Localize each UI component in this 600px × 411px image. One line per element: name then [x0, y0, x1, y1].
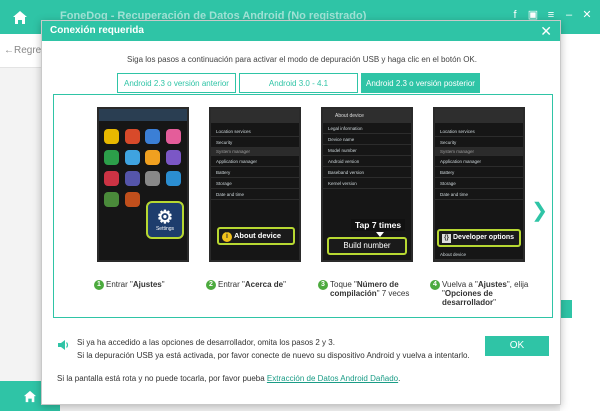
tab-android-newer[interactable]: Android 2.3 o versión posterior [361, 73, 480, 93]
ok-button[interactable]: OK [485, 336, 549, 356]
footer-text: Si la pantalla está rota y no puede toca… [57, 374, 401, 383]
instruction-text: Siga los pasos a continuación para activ… [127, 55, 477, 64]
note-line-2: Si la depuración USB ya está activada, p… [77, 351, 470, 360]
steps-panel: ⚙ Settings Location services Security Sy… [53, 94, 553, 318]
back-link[interactable]: ←Regre [0, 34, 44, 68]
step-3-caption: 3 Toque "Número de compilación" 7 veces [318, 280, 418, 307]
minimize-icon[interactable]: – [562, 8, 576, 22]
close-app-icon[interactable]: ✕ [580, 8, 594, 22]
build-number-callout: Build number [327, 237, 407, 255]
step-4-screenshot: Location services Security System manage… [433, 107, 525, 262]
gear-icon: ⚙ [156, 207, 174, 227]
settings-callout: ⚙ Settings [146, 201, 184, 239]
broken-android-extraction-link[interactable]: Extracción de Datos Android Dañado [267, 374, 398, 383]
tab-android-3-0-4-1[interactable]: Android 3.0 - 4.1 [239, 73, 358, 93]
home-icon [13, 10, 27, 24]
developer-options-callout: {} Developer options [437, 229, 521, 247]
home-button[interactable] [0, 0, 40, 34]
tap-seven-times-label: Tap 7 times [351, 219, 406, 231]
note-line-1: Si ya ha accedido a las opciones de desa… [77, 338, 335, 347]
dialog-header: Conexión requerida ✕ [42, 21, 560, 41]
app-side-accent [560, 300, 572, 318]
app-right-panel [560, 34, 600, 411]
connection-dialog: Conexión requerida ✕ Siga los pasos a co… [41, 20, 561, 405]
step-4-caption: 4 Vuelva a "Ajustes", elija "Opciones de… [430, 280, 530, 307]
about-device-callout: i About device [217, 227, 295, 245]
step-2-screenshot: Location services Security System manage… [209, 107, 301, 262]
step-1-screenshot: ⚙ Settings [97, 107, 189, 262]
next-arrow-icon[interactable]: ❯ [531, 198, 548, 223]
step-1-caption: 1 Entrar "Ajustes" [94, 280, 194, 307]
step-2-badge: 2 [206, 280, 216, 290]
dialog-title: Conexión requerida [50, 25, 144, 36]
developer-icon: {} [442, 234, 451, 243]
step-3-screenshot: About device Legal information Device na… [321, 107, 413, 262]
info-icon: i [222, 232, 232, 242]
home-icon [23, 390, 37, 402]
step-3-badge: 3 [318, 280, 328, 290]
step-2-caption: 2 Entrar "Acerca de" [206, 280, 306, 307]
step-4-badge: 4 [430, 280, 440, 290]
step-1-badge: 1 [94, 280, 104, 290]
tab-android-2-3-older[interactable]: Android 2.3 o versión anterior [117, 73, 236, 93]
note-block: Si ya ha accedido a las opciones de desa… [57, 336, 477, 362]
close-icon[interactable]: ✕ [540, 22, 552, 40]
speaker-icon [57, 339, 70, 355]
android-version-tabs: Android 2.3 o versión anterior Android 3… [117, 73, 480, 93]
